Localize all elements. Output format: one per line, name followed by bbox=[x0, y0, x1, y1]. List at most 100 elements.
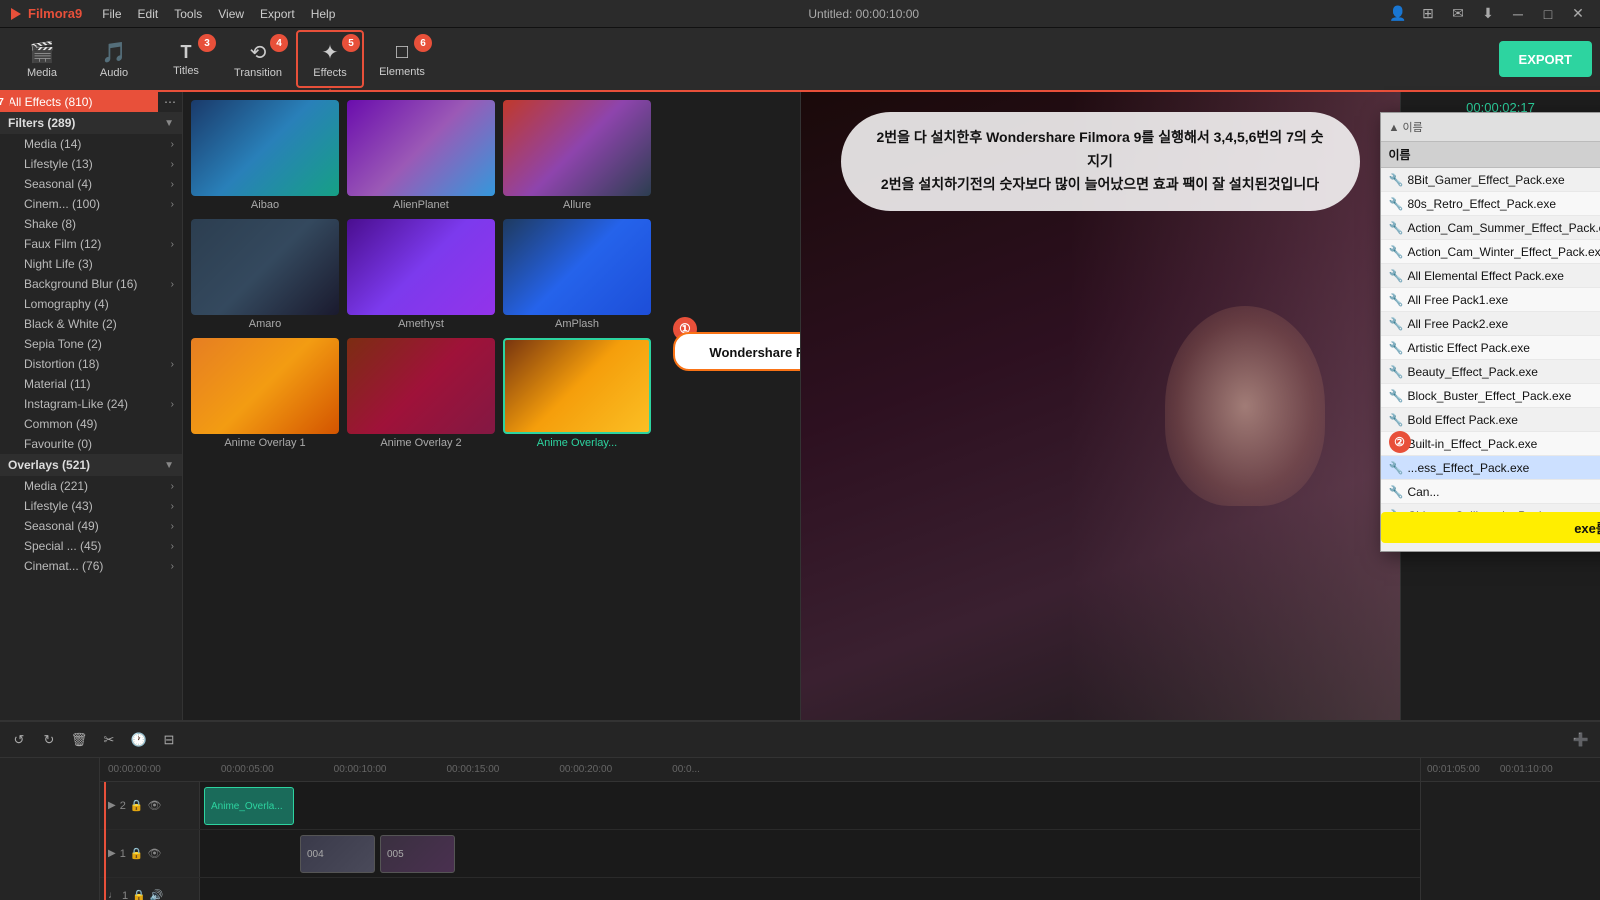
chevron-right-icon: › bbox=[171, 541, 174, 552]
sidebar-shake[interactable]: Shake (8) bbox=[16, 214, 182, 234]
effect-amplash[interactable]: AmPlash bbox=[503, 219, 651, 330]
tl-undo[interactable]: ↺ bbox=[8, 729, 30, 751]
track-content-2[interactable]: Anime_Overla... bbox=[200, 782, 1420, 829]
file-list-scroll[interactable]: 이름 수정한 날짜 유형 크기 🔧8Bit_Gamer_Effect_Pack.… bbox=[1381, 142, 1600, 512]
track-clip-005[interactable]: 005 bbox=[380, 835, 455, 873]
track-area: ▶ 2 🔒 👁 Anime_Overla... ▶ 1 🔒 bbox=[100, 782, 1420, 900]
sidebar-seasonal[interactable]: Seasonal (4)› bbox=[16, 174, 182, 194]
sidebar-nightlife[interactable]: Night Life (3) bbox=[16, 254, 182, 274]
effect-anime1[interactable]: Anime Overlay 1 bbox=[191, 338, 339, 449]
menu-edit[interactable]: Edit bbox=[130, 0, 167, 28]
timeline-ruler: 00:00:00:00 00:00:05:00 00:00:10:00 00:0… bbox=[100, 758, 1420, 782]
menu-file[interactable]: File bbox=[94, 0, 129, 28]
grid-icon[interactable]: ⊞ bbox=[1414, 0, 1442, 28]
tl-clock[interactable]: 🕐 bbox=[128, 729, 150, 751]
file-row[interactable]: 🔧Built-in_Effect_Pack.exe 2019-06-08 오후 … bbox=[1381, 432, 1600, 456]
sidebar-media[interactable]: Media (14)› bbox=[16, 134, 182, 154]
tl-redo[interactable]: ↻ bbox=[38, 729, 60, 751]
girl-silhouette bbox=[1165, 306, 1325, 506]
export-button[interactable]: EXPORT bbox=[1499, 41, 1592, 77]
sidebar-sepia[interactable]: Sepia Tone (2) bbox=[16, 334, 182, 354]
track-label-2: ▶ 2 🔒 👁 bbox=[100, 782, 200, 829]
file-row[interactable]: 🔧Block_Buster_Effect_Pack.exe 응용 프로그램 19… bbox=[1381, 384, 1600, 408]
sidebar-overlay-cinema[interactable]: Cinemat... (76)› bbox=[16, 556, 182, 576]
sidebar-favourite[interactable]: Favourite (0) bbox=[16, 434, 182, 454]
effect-amaro[interactable]: Amaro bbox=[191, 219, 339, 330]
tl-adjust[interactable]: ⊟ bbox=[158, 729, 180, 751]
tl-delete[interactable]: 🗑 bbox=[68, 729, 90, 751]
effect-aibao[interactable]: Aibao bbox=[191, 100, 339, 211]
effect-anime3[interactable]: Anime Overlay... bbox=[503, 338, 651, 449]
effect-thumb-aibao bbox=[191, 100, 339, 196]
track-row-1: ▶ 1 🔒 👁 004 005 bbox=[100, 830, 1420, 878]
overlays-header[interactable]: Overlays (521) ▼ bbox=[0, 454, 182, 476]
more-icon[interactable]: ⋯ bbox=[158, 95, 182, 109]
sidebar-lifestyle[interactable]: Lifestyle (13)› bbox=[16, 154, 182, 174]
track-content-audio[interactable] bbox=[200, 878, 1420, 900]
close-button[interactable]: ✕ bbox=[1564, 0, 1592, 28]
sidebar-lomography[interactable]: Lomography (4) bbox=[16, 294, 182, 314]
menu-help[interactable]: Help bbox=[303, 0, 344, 28]
audio-icon: 🎵 bbox=[102, 40, 127, 65]
file-row[interactable]: 🔧80s_Retro_Effect_Pack.exe 2019-06-08 오후… bbox=[1381, 192, 1600, 216]
effect-alienplanet[interactable]: AlienPlanet bbox=[347, 100, 495, 211]
track-content-1[interactable]: 004 005 bbox=[200, 830, 1420, 877]
tl-cut[interactable]: ✂ bbox=[98, 729, 120, 751]
exe-icon: 🔧 bbox=[1389, 245, 1404, 259]
file-row[interactable]: 🔧Can... 응용 프로그램 bbox=[1381, 480, 1600, 504]
menu-export[interactable]: Export bbox=[252, 0, 303, 28]
file-row[interactable]: 🔧All Elemental Effect Pack.exe 2019-06-0… bbox=[1381, 264, 1600, 288]
file-row[interactable]: 🔧Bold Effect Pack.exe 201... 응용 프로그램 145… bbox=[1381, 408, 1600, 432]
exe-icon: 🔧 bbox=[1389, 341, 1404, 355]
sidebar-overlay-media[interactable]: Media (221)› bbox=[16, 476, 182, 496]
sidebar-overlay-seasonal[interactable]: Seasonal (49)› bbox=[16, 516, 182, 536]
preview-wrapper: 2번을 다 설치한후 Wondershare Filmora 9를 실행해서 3… bbox=[800, 92, 1401, 720]
minimize-button[interactable]: ─ bbox=[1504, 0, 1532, 28]
timeline-main: 00:00:00:00 00:00:05:00 00:00:10:00 00:0… bbox=[100, 758, 1420, 900]
sidebar-fauxfilm[interactable]: Faux Film (12)› bbox=[16, 234, 182, 254]
playhead[interactable] bbox=[104, 782, 106, 900]
sidebar-bgblur[interactable]: Background Blur (16)› bbox=[16, 274, 182, 294]
file-row[interactable]: 🔧8Bit_Gamer_Effect_Pack.exe 2019-06-08 오… bbox=[1381, 168, 1600, 192]
chevron-right-icon: › bbox=[171, 279, 174, 290]
toolbar-media[interactable]: 🎬 Media bbox=[8, 30, 76, 88]
sidebar-material[interactable]: Material (11) bbox=[16, 374, 182, 394]
preview-area: 2번을 다 설치한후 Wondershare Filmora 9를 실행해서 3… bbox=[800, 92, 1400, 720]
file-row[interactable]: 🔧All Free Pack2.exe 2019-06-08 오후 3:08 응… bbox=[1381, 312, 1600, 336]
effect-amethyst[interactable]: Amethyst bbox=[347, 219, 495, 330]
all-effects-item[interactable]: All Effects (810) bbox=[0, 92, 158, 112]
maximize-button[interactable]: □ bbox=[1534, 0, 1562, 28]
sidebar-instagram[interactable]: Instagram-Like (24)› bbox=[16, 394, 182, 414]
chevron-right-icon: › bbox=[171, 239, 174, 250]
effect-allure[interactable]: Allure bbox=[503, 100, 651, 211]
sidebar-common[interactable]: Common (49) bbox=[16, 414, 182, 434]
sidebar-overlay-special[interactable]: Special ... (45)› bbox=[16, 536, 182, 556]
file-row[interactable]: 🔧All Free Pack1.exe 2019-06-08 오후 3:09 응… bbox=[1381, 288, 1600, 312]
file-row[interactable]: 🔧Artistic Effect Pack.exe 2019-06-08 오후.… bbox=[1381, 336, 1600, 360]
tl-add-track[interactable]: ➕ bbox=[1570, 729, 1592, 751]
file-row[interactable]: 🔧Action_Cam_Winter_Effect_Pack.exe 2019-… bbox=[1381, 240, 1600, 264]
file-row[interactable]: 🔧Chinese Calligraphy Pack.exe 2019-06-08… bbox=[1381, 504, 1600, 513]
file-table-body: 🔧8Bit_Gamer_Effect_Pack.exe 2019-06-08 오… bbox=[1381, 168, 1600, 513]
toolbar-audio[interactable]: 🎵 Audio bbox=[80, 30, 148, 88]
sidebar-distortion[interactable]: Distortion (18)› bbox=[16, 354, 182, 374]
file-row[interactable]: 🔧Beauty_Effect_Pack.exe 응용 프로그램 121,380K… bbox=[1381, 360, 1600, 384]
track-clip-004[interactable]: 004 bbox=[300, 835, 375, 873]
sidebar-overlay-lifestyle[interactable]: Lifestyle (43)› bbox=[16, 496, 182, 516]
mail-icon[interactable]: ✉ bbox=[1444, 0, 1472, 28]
filters-header[interactable]: Filters (289) ▼ bbox=[0, 112, 182, 134]
file-row[interactable]: 🔧...ess_Effect_Pack.exe 2019-06-08 오후 2:… bbox=[1381, 456, 1600, 480]
effect-anime2[interactable]: Anime Overlay 2 bbox=[347, 338, 495, 449]
file-row[interactable]: 🔧Action_Cam_Summer_Effect_Pack.exe 2019-… bbox=[1381, 216, 1600, 240]
col-name[interactable]: 이름 bbox=[1381, 142, 1600, 168]
track-clip-anime[interactable]: Anime_Overla... bbox=[204, 787, 294, 825]
download-icon[interactable]: ⬇ bbox=[1474, 0, 1502, 28]
menu-view[interactable]: View bbox=[210, 0, 252, 28]
user-icon[interactable]: 👤 bbox=[1384, 0, 1412, 28]
sidebar-bw[interactable]: Black & White (2) bbox=[16, 314, 182, 334]
main-content: All Effects (810) 7 ⋯ Filters (289) ▼ Me… bbox=[0, 92, 1600, 720]
sidebar-cinema[interactable]: Cinem... (100)› bbox=[16, 194, 182, 214]
annotation-callout-1: Wondershare Filmora 9가 설치된 상태에서 bbox=[673, 332, 800, 371]
menu-tools[interactable]: Tools bbox=[166, 0, 210, 28]
filters-children: Media (14)› Lifestyle (13)› Seasonal (4)… bbox=[0, 134, 182, 454]
